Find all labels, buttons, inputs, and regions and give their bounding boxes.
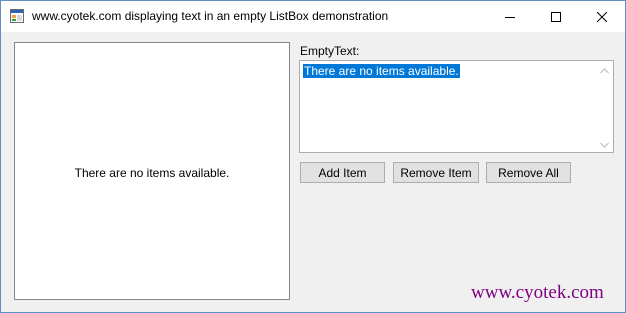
close-button[interactable] [579, 1, 625, 32]
add-item-button[interactable]: Add Item [300, 162, 385, 183]
empty-text-input[interactable]: There are no items available. [299, 60, 614, 153]
window-title: www.cyotek.com displaying text in an emp… [32, 9, 389, 23]
close-icon [597, 11, 607, 22]
remove-all-button[interactable]: Remove All [486, 162, 571, 183]
cyotek-watermark: www.cyotek.com [471, 282, 604, 303]
client-area: There are no items available. EmptyText:… [1, 32, 625, 312]
chevron-down-icon [600, 135, 609, 153]
minimize-icon [505, 12, 515, 22]
maximize-button[interactable] [533, 1, 579, 32]
title-bar[interactable]: www.cyotek.com displaying text in an emp… [1, 1, 625, 32]
chevron-up-icon [600, 61, 609, 79]
items-listbox[interactable]: There are no items available. [14, 42, 290, 300]
textbox-scrollbar[interactable] [596, 61, 613, 152]
main-window: www.cyotek.com displaying text in an emp… [0, 0, 626, 313]
listbox-empty-text: There are no items available. [74, 166, 230, 180]
minimize-button[interactable] [487, 1, 533, 32]
remove-item-button[interactable]: Remove Item [393, 162, 479, 183]
empty-text-value[interactable]: There are no items available. [303, 64, 460, 78]
app-form-icon [10, 9, 24, 23]
maximize-icon [551, 11, 561, 22]
scroll-down-button[interactable] [596, 135, 613, 152]
scroll-up-button[interactable] [596, 61, 613, 78]
empty-text-label: EmptyText: [300, 44, 360, 58]
